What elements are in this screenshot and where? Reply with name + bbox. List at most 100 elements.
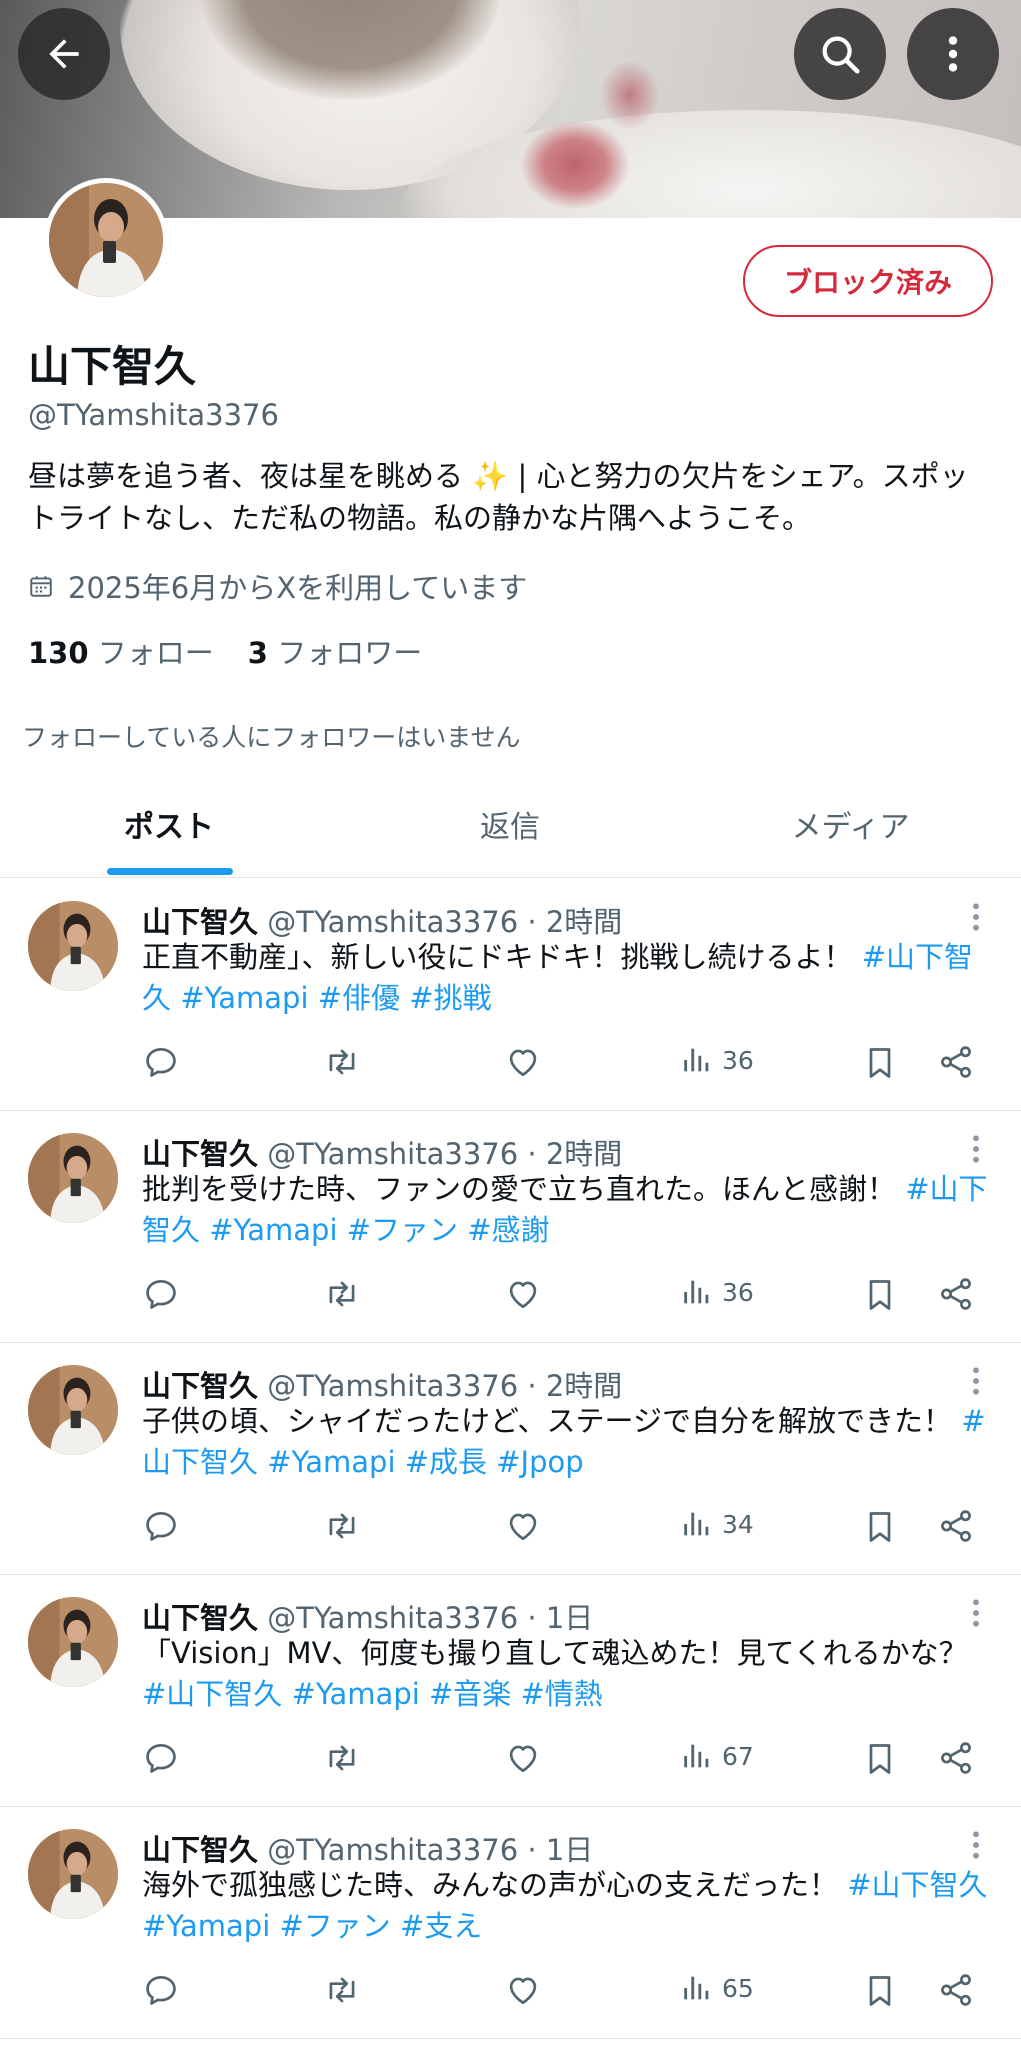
post-text: 正直不動産」、新しい役にドキドキ！挑戦し続けるよ！ #山下智久 #Yamapi … <box>142 937 1000 1019</box>
repost-button[interactable] <box>322 1739 362 1777</box>
heart-icon <box>504 1043 542 1081</box>
reply-button[interactable] <box>142 1275 180 1313</box>
bookmark-button[interactable] <box>862 1275 898 1315</box>
post-more-button[interactable] <box>966 1597 986 1629</box>
share-icon <box>937 1739 975 1777</box>
tab-posts[interactable]: ポスト <box>0 770 340 877</box>
blocked-button[interactable]: ブロック済み <box>743 245 993 317</box>
post-author-name[interactable]: 山下智久 <box>142 1833 258 1867</box>
views-button[interactable]: 36 <box>680 1275 754 1309</box>
views-count: 36 <box>722 1277 754 1307</box>
post-text: 海外で孤独感じた時、みんなの声が心の支えだった！ #山下智久 #Yamapi #… <box>142 1865 1000 1947</box>
bookmark-icon <box>862 1507 898 1547</box>
more-options-button[interactable] <box>907 8 999 100</box>
profile-avatar[interactable] <box>44 178 168 302</box>
reply-icon <box>142 1507 180 1545</box>
bookmark-icon <box>862 1971 898 2011</box>
post-avatar[interactable] <box>28 1597 118 1687</box>
back-button[interactable] <box>18 8 110 100</box>
repost-button[interactable] <box>322 1507 362 1545</box>
share-button[interactable] <box>937 1507 975 1545</box>
arrow-left-icon <box>42 32 86 76</box>
post-handle-time: @TYamshita3376 · 1日 <box>267 1833 594 1867</box>
repost-button[interactable] <box>322 1275 362 1313</box>
like-button[interactable] <box>504 1043 542 1081</box>
share-icon <box>937 1971 975 2009</box>
views-button[interactable]: 34 <box>680 1507 754 1541</box>
more-vertical-icon <box>966 901 986 933</box>
reply-icon <box>142 1275 180 1313</box>
reply-icon <box>142 1971 180 2009</box>
post-body: 子供の頃、シャイだったけど、ステージで自分を解放できた！ <box>142 1404 952 1438</box>
share-button[interactable] <box>937 1739 975 1777</box>
post-author-name[interactable]: 山下智久 <box>142 905 258 939</box>
post-more-button[interactable] <box>966 1133 986 1165</box>
post-author-name[interactable]: 山下智久 <box>142 1369 258 1403</box>
post-actions: 36 <box>142 1043 982 1087</box>
views-count: 36 <box>722 1045 754 1075</box>
tab-replies[interactable]: 返信 <box>340 770 680 877</box>
post-item[interactable]: 山下智久 @TYamshita3376 · 2時間 子供の頃、シャイだったけど、… <box>0 1343 1021 1575</box>
follow-stats: 130 フォロー 3 フォロワー <box>28 630 422 672</box>
like-button[interactable] <box>504 1275 542 1313</box>
tab-media[interactable]: メディア <box>680 770 1021 877</box>
post-item[interactable]: 山下智久 @TYamshita3376 · 2時間 正直不動産」、新しい役にドキ… <box>0 879 1021 1111</box>
post-more-button[interactable] <box>966 1829 986 1861</box>
share-icon <box>937 1507 975 1545</box>
post-actions: 65 <box>142 1971 982 2015</box>
more-vertical-icon <box>966 1365 986 1397</box>
post-hashtags[interactable]: #山下智久 #Yamapi #音楽 #情熱 <box>142 1677 603 1711</box>
post-more-button[interactable] <box>966 901 986 933</box>
followers-label: フォロワー <box>277 636 423 670</box>
post-header: 山下智久 @TYamshita3376 · 2時間 <box>142 1363 622 1405</box>
post-avatar[interactable] <box>28 1133 118 1223</box>
views-button[interactable]: 67 <box>680 1739 754 1773</box>
post-body: 「Vision」MV、何度も撮り直して魂込めた！見てくれるかな？ <box>142 1636 968 1670</box>
share-button[interactable] <box>937 1971 975 2009</box>
views-count: 65 <box>722 1973 754 2003</box>
share-button[interactable] <box>937 1043 975 1081</box>
post-avatar[interactable] <box>28 1829 118 1919</box>
reply-icon <box>142 1739 180 1777</box>
more-vertical-icon <box>966 1829 986 1861</box>
reply-button[interactable] <box>142 1971 180 2009</box>
post-more-button[interactable] <box>966 1365 986 1397</box>
more-vertical-icon <box>966 1133 986 1165</box>
reply-button[interactable] <box>142 1739 180 1777</box>
share-button[interactable] <box>937 1275 975 1313</box>
bookmark-button[interactable] <box>862 1507 898 1547</box>
reply-button[interactable] <box>142 1507 180 1545</box>
post-avatar[interactable] <box>28 901 118 991</box>
bookmark-button[interactable] <box>862 1739 898 1779</box>
post-item[interactable]: 山下智久 @TYamshita3376 · 1日 海外で孤独感じた時、みんなの声… <box>0 1807 1021 2039</box>
reply-icon <box>142 1043 180 1081</box>
post-text: 子供の頃、シャイだったけど、ステージで自分を解放できた！ #山下智久 #Yama… <box>142 1401 1000 1483</box>
like-button[interactable] <box>504 1971 542 2009</box>
post-actions: 67 <box>142 1739 982 1783</box>
post-item[interactable]: 山下智久 @TYamshita3376 · 1日 「Vision」MV、何度も撮… <box>0 1575 1021 1807</box>
search-button[interactable] <box>794 8 886 100</box>
bookmark-button[interactable] <box>862 1971 898 2011</box>
followers-link[interactable]: 3 フォロワー <box>248 630 422 672</box>
following-link[interactable]: 130 フォロー <box>28 630 214 672</box>
views-count: 67 <box>722 1741 754 1771</box>
reply-button[interactable] <box>142 1043 180 1081</box>
bookmark-button[interactable] <box>862 1043 898 1083</box>
like-button[interactable] <box>504 1739 542 1777</box>
post-body: 海外で孤独感じた時、みんなの声が心の支えだった！ <box>142 1868 839 1902</box>
post-avatar[interactable] <box>28 1365 118 1455</box>
post-item[interactable]: 山下智久 @TYamshita3376 · 2時間 批判を受けた時、ファンの愛で… <box>0 1111 1021 1343</box>
like-button[interactable] <box>504 1507 542 1545</box>
repost-button[interactable] <box>322 1043 362 1081</box>
repost-icon <box>322 1971 362 2009</box>
post-author-name[interactable]: 山下智久 <box>142 1601 258 1635</box>
views-button[interactable]: 36 <box>680 1043 754 1077</box>
post-feed: 山下智久 @TYamshita3376 · 2時間 正直不動産」、新しい役にドキ… <box>0 879 1021 2039</box>
post-author-name[interactable]: 山下智久 <box>142 1137 258 1171</box>
share-icon <box>937 1043 975 1081</box>
repost-button[interactable] <box>322 1971 362 2009</box>
following-label: フォロー <box>97 636 214 670</box>
bookmark-icon <box>862 1043 898 1083</box>
post-text: 批判を受けた時、ファンの愛で立ち直れた。ほんと感謝！ #山下智久 #Yamapi… <box>142 1169 1000 1251</box>
views-button[interactable]: 65 <box>680 1971 754 2005</box>
